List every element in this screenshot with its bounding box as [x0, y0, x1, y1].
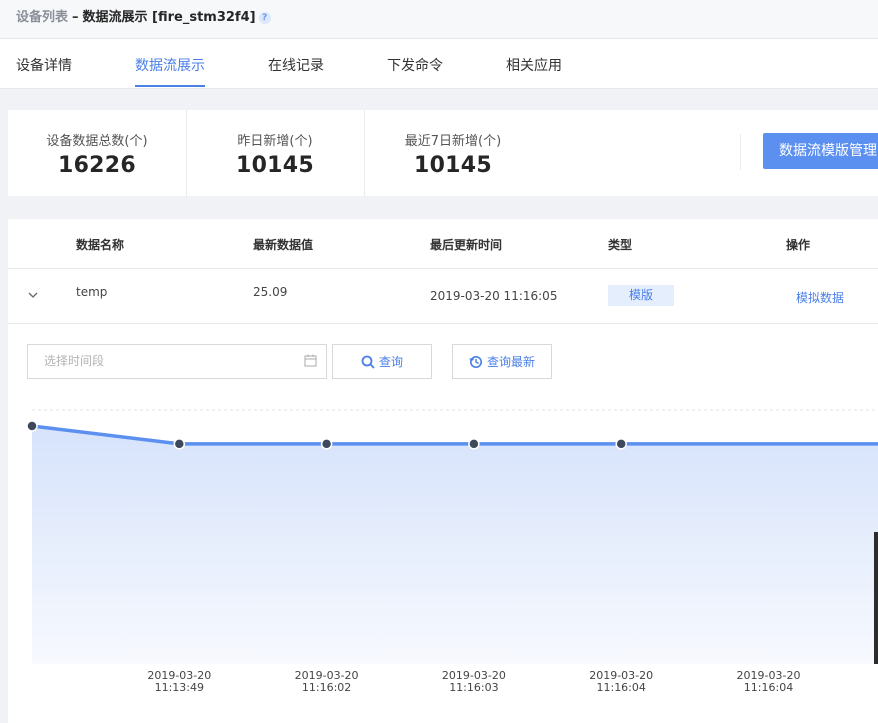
stats-card: 设备数据总数(个) 16226 昨日新增(个) 10145 最近7日新增(个) … [8, 110, 878, 196]
chart-data-point[interactable] [320, 438, 333, 450]
datastream-panel: 数据名称 最新数据值 最后更新时间 类型 操作 temp 25.09 2019-… [8, 219, 878, 723]
stat-yesterday-label: 昨日新增(个) [237, 134, 313, 149]
stat-yesterday-value: 10145 [235, 153, 315, 178]
tab-bar: 设备详情 数据流展示 在线记录 下发命令 相关应用 [0, 39, 878, 89]
breadcrumb-separator: – [72, 10, 79, 25]
chart-x-tick-label: 11:13:49 [155, 681, 204, 694]
chart-x-tick-label: 11:16:02 [302, 681, 351, 694]
breadcrumb-device-list-link[interactable]: 设备列表 [16, 10, 68, 25]
stat-week-label: 最近7日新增(个) [404, 134, 502, 149]
tab-device-details[interactable]: 设备详情 [16, 55, 72, 75]
datastream-area-chart: 2019-03-2011:13:492019-03-2011:16:022019… [26, 409, 878, 694]
stat-total-label: 设备数据总数(个) [46, 134, 148, 149]
chart-data-point[interactable] [468, 438, 480, 450]
stat-total-value: 16226 [57, 153, 137, 178]
chart-x-axis-labels: 2019-03-2011:13:492019-03-2011:16:022019… [147, 669, 800, 694]
chart-x-tick-label: 11:16:04 [596, 681, 645, 694]
stat-week-value: 10145 [413, 153, 493, 178]
chart-data-point[interactable] [173, 438, 186, 450]
chart-x-tick-label: 11:16:04 [744, 681, 793, 694]
chart-area-fill [32, 426, 878, 664]
datastream-template-manage-button[interactable]: 数据流模版管理 [763, 133, 878, 169]
chart-edge-marker [874, 532, 878, 664]
tab-related-apps[interactable]: 相关应用 [506, 55, 562, 75]
chart-data-point[interactable] [26, 420, 38, 432]
tab-datastream[interactable]: 数据流展示 [135, 55, 205, 75]
breadcrumb-bar: 设备列表 – 数据流展示 [fire_stm32f4]? [0, 0, 878, 39]
page-title: 数据流展示 [fire_stm32f4] [82, 10, 256, 25]
breadcrumb: 设备列表 – 数据流展示 [fire_stm32f4]? [16, 6, 271, 25]
stat-week: 最近7日新增(个) 10145 [364, 130, 542, 178]
active-tab-indicator [135, 85, 205, 87]
stat-total: 设备数据总数(个) 16226 [8, 130, 186, 178]
stat-divider [740, 134, 741, 170]
tab-online-records[interactable]: 在线记录 [268, 55, 324, 75]
stat-yesterday: 昨日新增(个) 10145 [186, 130, 364, 178]
chart-data-point[interactable] [615, 438, 627, 450]
tab-send-command[interactable]: 下发命令 [387, 55, 443, 75]
help-icon[interactable]: ? [258, 11, 271, 24]
chart-series-line [31, 424, 878, 446]
chart-x-tick-label: 11:16:03 [449, 681, 498, 694]
